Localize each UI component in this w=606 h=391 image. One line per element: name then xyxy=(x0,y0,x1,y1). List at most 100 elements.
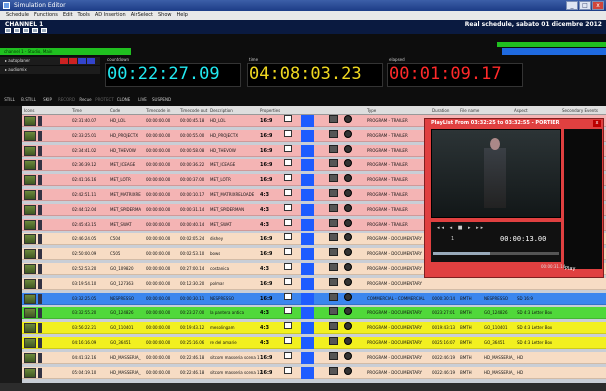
cell-code: HD_PROJECTX xyxy=(110,132,139,138)
menu-edit[interactable]: Edit xyxy=(63,11,73,20)
aspect-ratio-badge: 4:3 xyxy=(260,206,269,213)
col-timecode-in[interactable]: Timecode in xyxy=(146,106,170,115)
audio-badge xyxy=(301,351,314,364)
status-marker xyxy=(38,338,42,348)
tv-icon xyxy=(329,307,338,316)
record-icon xyxy=(344,159,352,168)
countdown-label: countdown xyxy=(107,57,130,62)
settings-icon[interactable] xyxy=(32,28,38,33)
col-secondary[interactable]: Secondary Events xyxy=(562,106,598,115)
col-filename[interactable]: File name xyxy=(460,106,479,115)
cell-extra: SD 4:3 Letter Box xyxy=(517,325,553,331)
table-row[interactable]: 16:9 05:04:19.10 HD_MASSERIA_ 00:00:00.00 00… xyxy=(22,366,606,379)
cell-time: 04:41:32.16 xyxy=(72,354,97,360)
record-icon xyxy=(344,248,352,257)
thumbnail xyxy=(24,249,36,260)
status-marker xyxy=(38,204,42,215)
tv-icon xyxy=(329,115,338,123)
table-header: Icons Time Code Timecode in Timecode out… xyxy=(22,106,606,115)
menu-functions[interactable]: Functions xyxy=(34,11,58,20)
record-icon xyxy=(344,233,352,242)
cell-aspect: GO_110401 xyxy=(484,325,508,331)
table-row[interactable]: 4:3 03:56:22.21 GO_110401 00:00:00.00 00:19:… xyxy=(22,322,606,335)
thumbnail xyxy=(24,234,36,245)
table-row[interactable]: 16:9 03:32:25.05 NESPRESSO 00:00:00.00 00:00… xyxy=(22,292,606,305)
audio-badge xyxy=(301,263,314,275)
save-icon[interactable] xyxy=(14,28,20,33)
cell-code: MET_SWAT xyxy=(110,221,132,227)
status-marker xyxy=(38,160,42,171)
bstill-button[interactable]: B.STILL xyxy=(19,94,38,106)
menu-airselect[interactable]: AirSelect xyxy=(131,11,153,20)
close-button[interactable]: x xyxy=(592,1,604,10)
recue-button[interactable]: Recue xyxy=(76,94,95,106)
maximize-button[interactable]: □ xyxy=(579,1,591,10)
cell-dur: 0022:46:19 xyxy=(432,354,456,360)
subtitle-icon xyxy=(284,366,292,374)
aspect-ratio-badge: 4:3 xyxy=(260,310,269,317)
cell-time: 02:34:41.02 xyxy=(72,147,97,153)
close-icon[interactable]: x xyxy=(593,120,601,127)
subtitle-icon xyxy=(284,129,292,137)
cell-code: GO_127363 xyxy=(110,280,134,286)
col-duration[interactable]: Duration xyxy=(432,106,449,115)
cell-tcout: 00:19:43.12 xyxy=(180,325,205,331)
button-label: B.STILL xyxy=(21,97,36,102)
time-label: time xyxy=(249,57,259,62)
col-timecode-out[interactable]: Timecode out xyxy=(180,106,207,115)
menu-schedule[interactable]: Schedule xyxy=(6,11,29,20)
protect-button[interactable]: PROTECT xyxy=(95,94,114,106)
refresh-icon[interactable] xyxy=(41,28,47,33)
cell-tcin: 00:00:00.00 xyxy=(146,369,171,375)
channel-bar: CHANNEL 1 Real schedule, sabato 01 dicem… xyxy=(0,20,606,34)
cell-time: 02:42:51.11 xyxy=(72,192,97,197)
table-row[interactable]: 4:3 04:16:16.09 GO_36451 00:00:00.00 00:25:1… xyxy=(22,337,606,349)
cell-file: BMTH xyxy=(460,354,472,360)
cell-tcout: 00:27:00.14 xyxy=(180,266,205,271)
seek-bar[interactable] xyxy=(433,252,559,255)
col-code[interactable]: Code xyxy=(110,106,120,115)
col-properties[interactable]: Properties xyxy=(260,106,280,115)
cell-type: PROGRAM - TRAILER xyxy=(367,206,408,212)
aspect-ratio-badge: 16:9 xyxy=(260,295,273,302)
live-button[interactable]: LIVE xyxy=(133,94,152,106)
print-icon[interactable] xyxy=(23,28,29,33)
record-icon xyxy=(344,129,352,138)
record-button[interactable]: RECORD xyxy=(57,94,76,106)
status-marker xyxy=(38,264,42,274)
cell-file: BMTH xyxy=(460,340,472,345)
clone-button[interactable]: CLONE xyxy=(114,94,133,106)
col-type[interactable]: Type xyxy=(367,106,376,115)
subtitle-icon xyxy=(284,322,292,330)
cell-tcin: 00:00:00.00 xyxy=(146,147,171,153)
suspend-button[interactable]: SUSPEND xyxy=(152,94,171,106)
col-icons[interactable]: Icons xyxy=(24,106,34,115)
col-aspect[interactable]: Aspect xyxy=(514,106,528,115)
open-icon[interactable] xyxy=(5,28,11,33)
minimize-button[interactable]: _ xyxy=(566,1,578,10)
tv-icon xyxy=(329,218,338,227)
menu-help[interactable]: Help xyxy=(177,11,188,20)
record-icon xyxy=(344,366,352,375)
device-audiomix[interactable]: ▸ audiomix xyxy=(0,66,100,74)
col-description[interactable]: Description xyxy=(210,106,233,115)
transport-buttons[interactable]: ◂◂ ◂ ■ ▸ ▸▸ xyxy=(437,225,485,231)
button-label: PROTECT xyxy=(95,97,114,102)
subtitle-icon xyxy=(284,115,292,122)
menu-tools[interactable]: Tools xyxy=(78,11,90,20)
col-time[interactable]: Time xyxy=(72,106,82,115)
table-row[interactable]: 4:3 03:32:55.20 GO_124826 00:00:00.00 00:23:… xyxy=(22,307,606,320)
cell-tcout: 00:02:05.24 xyxy=(180,236,205,242)
menu-show[interactable]: Show xyxy=(158,11,172,20)
aspect-ratio-badge: 16:9 xyxy=(260,236,273,243)
subtitle-icon xyxy=(284,203,292,211)
button-label: SUSPEND xyxy=(152,97,172,102)
cell-time: 02:44:12.04 xyxy=(72,206,97,212)
cell-desc: HD_THEVOW xyxy=(210,147,236,153)
still-button[interactable]: STILL xyxy=(0,94,19,106)
table-row[interactable]: 16:9 04:41:32.16 HD_MASSERIA_ 00:00:00.00 00… xyxy=(22,351,606,364)
play-button[interactable]: Play xyxy=(565,266,575,272)
skip-button[interactable]: SKIP xyxy=(38,94,57,106)
table-row[interactable]: 16:9 03:19:54.10 GO_127363 00:00:00.00 00:12… xyxy=(22,277,606,290)
menu-ad-insertion[interactable]: AD Insertion xyxy=(95,11,126,20)
